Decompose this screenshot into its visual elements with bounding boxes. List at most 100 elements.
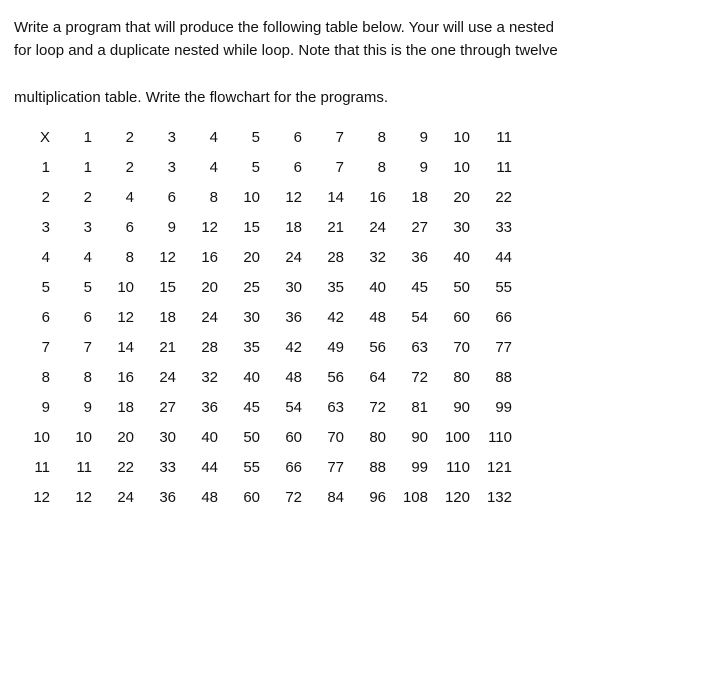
header-cell-8: 8	[344, 123, 386, 153]
table-cell-7-7: 56	[302, 363, 344, 393]
table-cell-3-7: 28	[302, 243, 344, 273]
table-cell-4-10: 50	[428, 273, 470, 303]
description-text: Write a program that will produce the fo…	[14, 16, 706, 109]
table-cell-3-3: 12	[134, 243, 176, 273]
table-cell-10-7: 77	[302, 453, 344, 483]
table-cell-3-10: 40	[428, 243, 470, 273]
table-cell-8-2: 18	[92, 393, 134, 423]
table-cell-1-11: 22	[470, 183, 512, 213]
table-cell-1-8: 16	[344, 183, 386, 213]
table-cell-11-8: 96	[344, 483, 386, 513]
table-cell-10-2: 22	[92, 453, 134, 483]
table-row: 11112233445566778899110121	[14, 453, 512, 483]
table-row: 6612182430364248546066	[14, 303, 512, 333]
table-cell-7-10: 80	[428, 363, 470, 393]
table-cell-10-8: 88	[344, 453, 386, 483]
header-cell-4: 4	[176, 123, 218, 153]
table-cell-10-6: 66	[260, 453, 302, 483]
table-cell-3-8: 32	[344, 243, 386, 273]
table-cell-6-9: 63	[386, 333, 428, 363]
table-cell-2-11: 33	[470, 213, 512, 243]
multiplication-table-section: X1234567891011 1123456789101122468101214…	[14, 123, 706, 513]
table-cell-1-9: 18	[386, 183, 428, 213]
table-row: 8816243240485664728088	[14, 363, 512, 393]
table-cell-0-4: 4	[176, 153, 218, 183]
table-cell-7-4: 32	[176, 363, 218, 393]
table-cell-9-6: 60	[260, 423, 302, 453]
table-row: 7714212835424956637077	[14, 333, 512, 363]
table-cell-2-9: 27	[386, 213, 428, 243]
header-cell-10: 10	[428, 123, 470, 153]
table-cell-4-3: 15	[134, 273, 176, 303]
header-cell-6: 6	[260, 123, 302, 153]
table-cell-5-9: 54	[386, 303, 428, 333]
table-cell-9-1: 10	[50, 423, 92, 453]
table-cell-4-9: 45	[386, 273, 428, 303]
table-cell-10-0: 11	[14, 453, 50, 483]
table-cell-2-5: 15	[218, 213, 260, 243]
table-cell-9-8: 80	[344, 423, 386, 453]
table-cell-11-4: 48	[176, 483, 218, 513]
table-cell-6-2: 14	[92, 333, 134, 363]
table-cell-3-11: 44	[470, 243, 512, 273]
table-cell-5-0: 6	[14, 303, 50, 333]
table-cell-6-11: 77	[470, 333, 512, 363]
table-body: 1123456789101122468101214161820223369121…	[14, 153, 512, 513]
table-row: 2246810121416182022	[14, 183, 512, 213]
table-cell-10-1: 11	[50, 453, 92, 483]
table-cell-10-9: 99	[386, 453, 428, 483]
table-cell-1-4: 8	[176, 183, 218, 213]
table-cell-4-5: 25	[218, 273, 260, 303]
table-cell-7-0: 8	[14, 363, 50, 393]
multiplication-table: X1234567891011 1123456789101122468101214…	[14, 123, 512, 513]
table-cell-0-0: 1	[14, 153, 50, 183]
table-row: 5510152025303540455055	[14, 273, 512, 303]
table-cell-0-6: 6	[260, 153, 302, 183]
table-cell-7-11: 88	[470, 363, 512, 393]
table-cell-6-10: 70	[428, 333, 470, 363]
table-cell-2-8: 24	[344, 213, 386, 243]
table-cell-1-7: 14	[302, 183, 344, 213]
table-cell-11-6: 72	[260, 483, 302, 513]
table-cell-5-11: 66	[470, 303, 512, 333]
table-cell-0-10: 10	[428, 153, 470, 183]
table-cell-5-7: 42	[302, 303, 344, 333]
table-cell-11-2: 24	[92, 483, 134, 513]
table-cell-8-9: 81	[386, 393, 428, 423]
table-cell-0-7: 7	[302, 153, 344, 183]
header-cell-9: 9	[386, 123, 428, 153]
table-cell-9-11: 110	[470, 423, 512, 453]
table-cell-2-10: 30	[428, 213, 470, 243]
table-cell-2-7: 21	[302, 213, 344, 243]
table-cell-4-7: 35	[302, 273, 344, 303]
table-cell-11-9: 108	[386, 483, 428, 513]
table-cell-9-5: 50	[218, 423, 260, 453]
table-cell-4-1: 5	[50, 273, 92, 303]
table-cell-4-4: 20	[176, 273, 218, 303]
table-row: 9918273645546372819099	[14, 393, 512, 423]
table-cell-9-3: 30	[134, 423, 176, 453]
table-cell-1-6: 12	[260, 183, 302, 213]
table-cell-8-5: 45	[218, 393, 260, 423]
table-cell-1-10: 20	[428, 183, 470, 213]
table-cell-5-3: 18	[134, 303, 176, 333]
table-cell-5-6: 36	[260, 303, 302, 333]
table-cell-5-10: 60	[428, 303, 470, 333]
table-cell-2-4: 12	[176, 213, 218, 243]
table-cell-3-2: 8	[92, 243, 134, 273]
desc-line3: multiplication table. Write the flowchar…	[14, 89, 388, 106]
table-cell-1-3: 6	[134, 183, 176, 213]
table-cell-9-0: 10	[14, 423, 50, 453]
header-cell-3: 3	[134, 123, 176, 153]
table-cell-11-0: 12	[14, 483, 50, 513]
table-cell-3-5: 20	[218, 243, 260, 273]
table-cell-0-3: 3	[134, 153, 176, 183]
table-cell-6-5: 35	[218, 333, 260, 363]
table-cell-11-11: 132	[470, 483, 512, 513]
table-row: 10102030405060708090100110	[14, 423, 512, 453]
table-cell-5-5: 30	[218, 303, 260, 333]
table-cell-7-9: 72	[386, 363, 428, 393]
table-cell-6-7: 49	[302, 333, 344, 363]
header-cell-0: X	[14, 123, 50, 153]
table-cell-10-5: 55	[218, 453, 260, 483]
